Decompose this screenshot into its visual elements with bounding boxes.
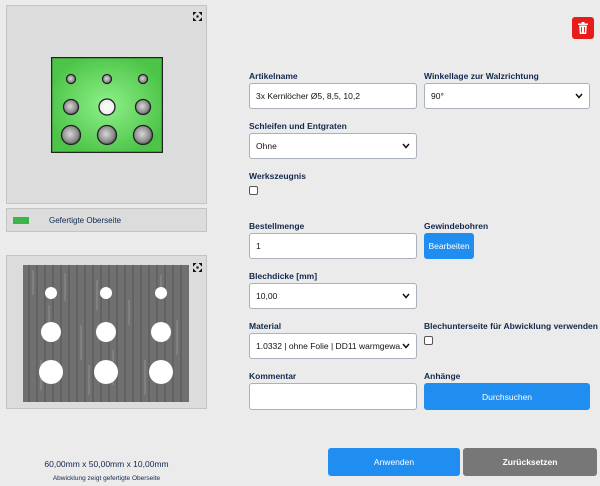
legend: Gefertigte Oberseite <box>6 208 207 232</box>
winkellage-select[interactable]: 90° <box>424 83 590 109</box>
artikelname-value: 3x Kernlöcher Ø5, 8,5, 10,2 <box>256 91 360 101</box>
schleifen-value: Ohne <box>256 141 277 151</box>
bestellmenge-label: Bestellmenge <box>249 221 305 231</box>
expand-icon[interactable] <box>193 263 202 272</box>
winkellage-value: 90° <box>431 91 444 101</box>
material-value: 1.0332 | ohne Folie | DD11 warmgewa... <box>256 341 402 351</box>
part-3d-view <box>51 57 163 153</box>
material-select[interactable]: 1.0332 | ohne Folie | DD11 warmgewa... <box>249 333 417 359</box>
kommentar-input[interactable] <box>249 383 417 410</box>
winkellage-label: Winkellage zur Walzrichtung <box>424 71 539 81</box>
chevron-down-icon <box>575 93 583 99</box>
unfold-view <box>23 265 189 402</box>
blechdicke-label: Blechdicke [mm] <box>249 271 318 281</box>
schleifen-label: Schleifen und Entgraten <box>249 121 347 131</box>
blechunterseite-checkbox[interactable] <box>424 336 433 345</box>
blechunterseite-label: Blechunterseite für Abwicklung verwenden <box>424 321 598 331</box>
werkszeugnis-checkbox[interactable] <box>249 186 258 195</box>
chevron-down-icon <box>402 343 410 349</box>
artikelname-input[interactable]: 3x Kernlöcher Ø5, 8,5, 10,2 <box>249 83 417 109</box>
unfold-note: Abwicklung zeigt gefertigte Oberseite <box>52 475 161 482</box>
material-label: Material <box>249 321 282 331</box>
trash-icon <box>578 22 588 34</box>
legend-label: Gefertigte Oberseite <box>49 216 122 225</box>
unfold-preview-panel <box>6 255 207 409</box>
artikelname-label: Artikelname <box>249 71 298 81</box>
legend-color-swatch <box>13 217 29 224</box>
delete-button[interactable] <box>572 17 594 39</box>
blechdicke-value: 10,00 <box>256 291 278 301</box>
chevron-down-icon <box>402 143 410 149</box>
reset-button[interactable]: Zurücksetzen <box>463 448 597 476</box>
part-preview-panel <box>6 5 207 204</box>
kommentar-label: Kommentar <box>249 371 297 381</box>
chevron-down-icon <box>402 293 410 299</box>
expand-icon[interactable] <box>193 12 202 21</box>
blechdicke-select[interactable]: 10,00 <box>249 283 417 309</box>
dimensions-text: 60,00mm x 50,00mm x 10,00mm <box>44 459 169 469</box>
gewindebohren-edit-button[interactable]: Bearbeiten <box>424 233 474 259</box>
durchsuchen-button[interactable]: Durchsuchen <box>424 383 590 410</box>
gewindebohren-label: Gewindebohren <box>424 221 489 231</box>
schleifen-select[interactable]: Ohne <box>249 133 417 159</box>
bestellmenge-input[interactable]: 1 <box>249 233 417 259</box>
apply-button[interactable]: Anwenden <box>328 448 460 476</box>
werkszeugnis-label: Werkszeugnis <box>249 171 307 181</box>
anhaenge-label: Anhänge <box>424 371 461 381</box>
bestellmenge-value: 1 <box>256 241 261 251</box>
